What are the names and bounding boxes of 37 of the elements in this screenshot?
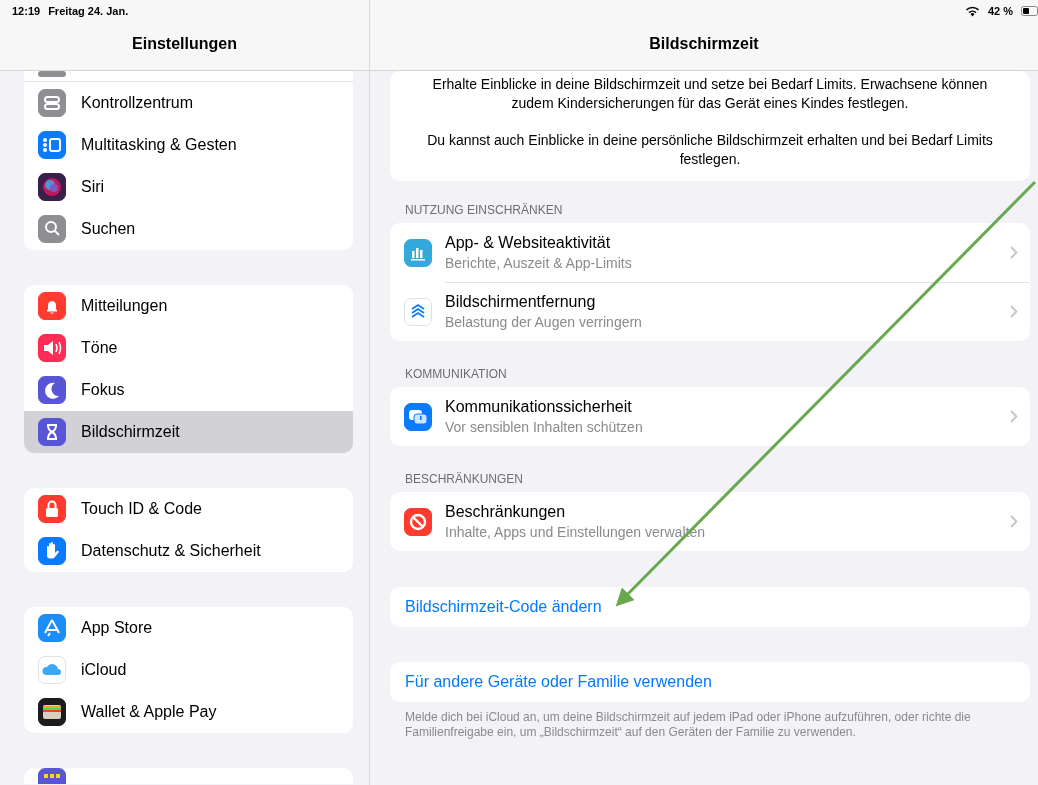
item-label: Töne	[81, 338, 118, 357]
item-label: Bildschirmzeit	[81, 423, 180, 441]
item-label: Wallet & Apple Pay	[81, 703, 217, 721]
section-header: KOMMUNIKATION	[404, 367, 508, 383]
item-label: Fokus	[81, 380, 125, 399]
sidebar-item[interactable]: Bildschirmzeit	[24, 411, 353, 453]
settings-row[interactable]: Bildschirmentfernung Belastung der Augen verringern	[390, 282, 1030, 341]
section-header: NUTZUNG EINSCHRÄNKEN	[404, 203, 564, 219]
status-date: Freitag 24. Jan.	[48, 5, 129, 17]
item-label: Suchen	[81, 220, 136, 238]
row-title: Kommunikationssicherheit	[445, 398, 633, 416]
item-label: Siri	[81, 177, 105, 196]
action-link[interactable]: Bildschirmzeit-Code ändern	[405, 598, 602, 616]
page-title: Bildschirmzeit	[648, 34, 760, 54]
item-label: Mitteilungen	[81, 296, 168, 315]
item-label: Touch ID & Code	[81, 499, 202, 518]
action-link[interactable]: Für andere Geräte oder Familie verwenden	[405, 673, 712, 691]
footer-note: Melde dich bei iCloud an, um deine Bildschirmzeit auf jedem iPad oder iPhone aufzuführen, oder richte die Familienfreigabe ein, um „Bildschirmzeit“ auf den Geräten der Familie zu verwenden.	[404, 709, 972, 740]
sidebar-title: Einstellungen	[131, 34, 238, 54]
row-subtitle: Belastung der Augen verringern	[445, 314, 643, 330]
section-header: BESCHRÄNKUNGEN	[404, 472, 525, 488]
row-title: Beschränkungen	[445, 503, 567, 521]
row-subtitle: Berichte, Auszeit & App-Limits	[445, 254, 633, 271]
item-label: Kontrollzentrum	[81, 93, 194, 112]
settings-row[interactable]: App- & Websiteaktivität Berichte, Auszeit & App-Limits	[390, 223, 1030, 282]
item-label: iCloud	[81, 660, 127, 679]
item-label: App Store	[81, 618, 153, 637]
intro-text: Du kannst auch Einblicke in deine persönliche Bildschirmzeit erhalten und bei Bedarf Limits festlegen.	[426, 131, 994, 169]
settings-row[interactable]: Kommunikationssicherheit Vor sensiblen Inhalten schützen	[390, 387, 1030, 446]
row-title: Bildschirmentfernung	[445, 293, 597, 311]
battery-percent: 42 %	[987, 5, 1013, 17]
intro-text: Erhalte Einblicke in deine Bildschirmzeit und setze bei Bedarf Limits. Erwachsene können zudem Kindersicherungen für das Gerät eines Kindes festlegen.	[431, 75, 989, 113]
status-time: 12:19	[12, 5, 41, 17]
row-subtitle: Vor sensiblen Inhalten schützen	[445, 419, 644, 435]
item-label: Multitasking & Gesten	[81, 135, 237, 154]
item-label: Datenschutz & Sicherheit	[81, 542, 261, 560]
row-title: App- & Websiteaktivität	[445, 233, 612, 252]
